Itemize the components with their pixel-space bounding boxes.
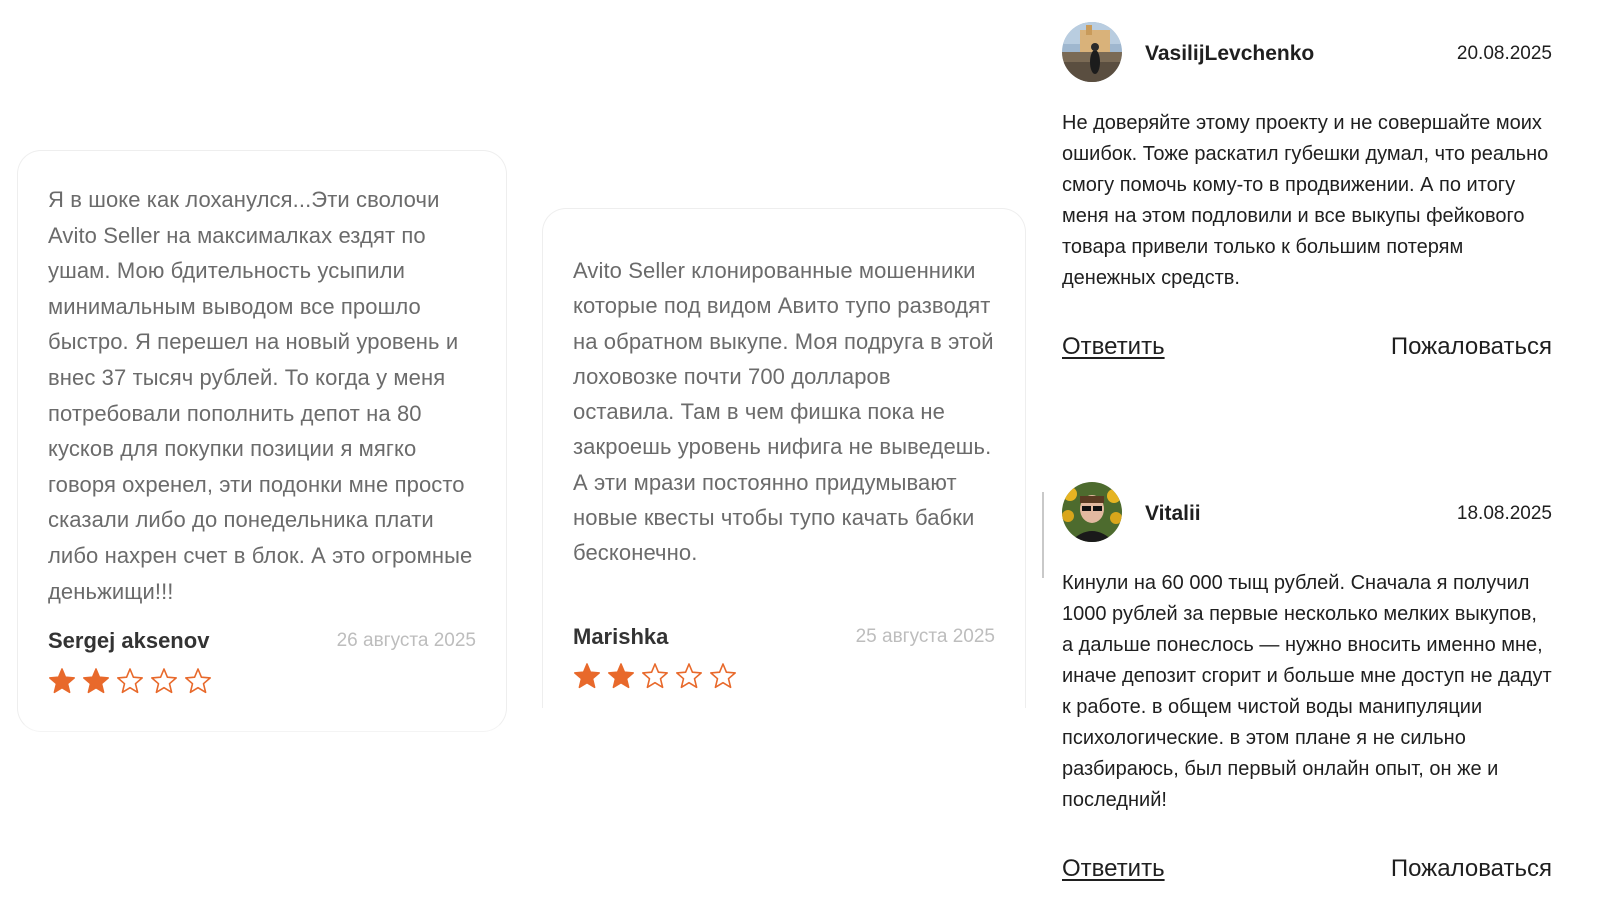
star-empty-icon [185, 668, 211, 694]
review-screenshot-card-1: Я в шоке как лоханулся...Эти сволочи Avi… [17, 150, 507, 732]
review-date: 20.08.2025 [1456, 43, 1552, 64]
star-empty-icon [642, 663, 668, 689]
user-photo-icon [1062, 482, 1122, 542]
review-screenshot-author: Sergej aksenov [48, 628, 210, 653]
report-button[interactable]: Пожаловаться [1391, 333, 1552, 361]
review-item: Vitalii 18.08.2025 Кинули на 60 000 тыщ … [1062, 482, 1552, 900]
review-date: 18.08.2025 [1456, 503, 1552, 524]
star-filled-icon [83, 668, 109, 694]
review-screenshot-author: Marishka [573, 624, 669, 649]
star-empty-icon [710, 663, 736, 689]
review-author[interactable]: VasilijLevchenko [1145, 42, 1314, 66]
review-item: VasilijLevchenko 20.08.2025 Не доверяйте… [1062, 22, 1552, 372]
star-filled-icon [574, 663, 600, 689]
review-screenshot-text: Я в шоке как лоханулся...Эти сволочи Avi… [48, 187, 473, 604]
review-screenshot-card-2: Avito Seller клонированные мошенники кот… [542, 208, 1026, 708]
divider [1042, 492, 1044, 578]
avatar[interactable] [1062, 482, 1122, 542]
star-filled-icon [608, 663, 634, 689]
review-text: Не доверяйте этому проекту и не совершай… [1062, 112, 1549, 289]
star-empty-icon [117, 668, 143, 694]
user-photo-icon [1062, 22, 1122, 82]
star-empty-icon [676, 663, 702, 689]
reply-link[interactable]: Ответить [1062, 855, 1165, 883]
star-filled-icon [49, 668, 75, 694]
report-button[interactable]: Пожаловаться [1391, 855, 1552, 883]
review-screenshot-text: Avito Seller клонированные мошенники кот… [573, 258, 994, 566]
review-text: Кинули на 60 000 тыщ рублей. Сначала я п… [1062, 572, 1552, 811]
review-screenshot-date: 25 августа 2025 [855, 626, 995, 647]
reply-link[interactable]: Ответить [1062, 333, 1165, 361]
star-rating [48, 667, 212, 695]
star-rating [573, 662, 737, 690]
review-screenshot-date: 26 августа 2025 [336, 630, 476, 651]
avatar[interactable] [1062, 22, 1122, 82]
star-empty-icon [151, 668, 177, 694]
review-author[interactable]: Vitalii [1145, 502, 1201, 526]
